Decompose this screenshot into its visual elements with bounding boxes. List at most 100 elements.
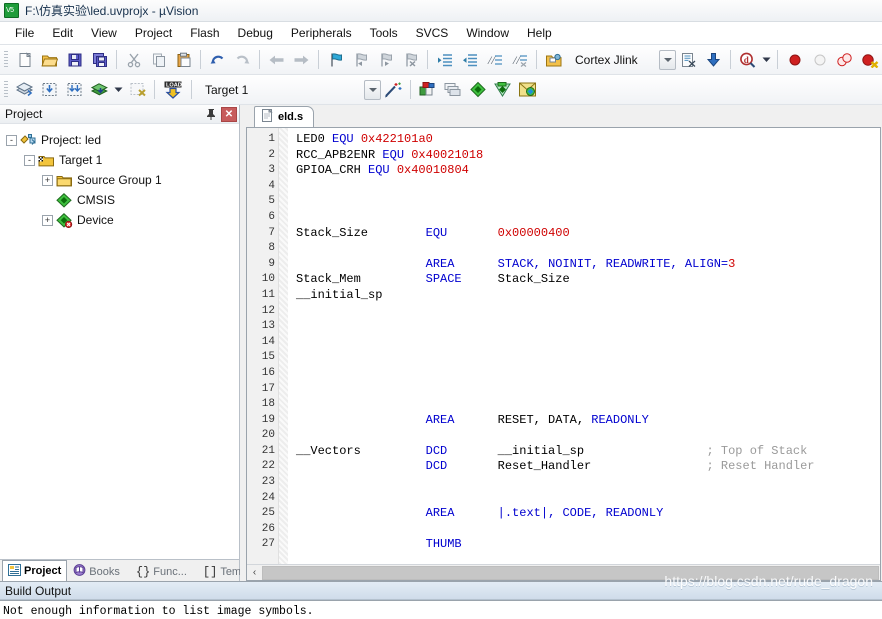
tree-node-device[interactable]: + Device [6, 210, 239, 230]
insert-breakpoint-icon[interactable] [783, 48, 806, 71]
code-line[interactable]: __Vectors DCD __initial_sp ; Top of Stac… [296, 444, 880, 460]
code-line[interactable]: DCD Reset_Handler ; Reset Handler [296, 459, 880, 475]
code-line[interactable] [296, 194, 880, 210]
undo-icon[interactable] [206, 48, 229, 71]
rebuild-icon[interactable] [63, 78, 86, 101]
editor-horizontal-scrollbar[interactable]: ‹ [247, 564, 880, 580]
configure-flash-tools-icon[interactable] [677, 48, 700, 71]
tree-node-project[interactable]: - Project: led [6, 130, 239, 150]
tree-expander[interactable]: + [42, 214, 53, 226]
bookmark-next-icon[interactable] [374, 48, 397, 71]
code-line[interactable] [296, 522, 880, 538]
build-icon[interactable] [38, 78, 61, 101]
menu-view[interactable]: View [82, 23, 126, 43]
code-line[interactable] [296, 475, 880, 491]
code-line[interactable]: Stack_Size EQU 0x00000400 [296, 226, 880, 242]
menu-window[interactable]: Window [457, 23, 518, 43]
code-line[interactable] [296, 382, 880, 398]
code-editor[interactable]: 1 2 3 4 5 6 7 8 9 10 11 12 13 14 15 16 17 18 19 20 21 22 23 24 2… [246, 127, 881, 581]
tree-node-source-group[interactable]: + Source Group 1 [6, 170, 239, 190]
tree-node-target[interactable]: - Target 1 [6, 150, 239, 170]
code-line[interactable]: __initial_sp [296, 288, 880, 304]
debug-dropdown-arrow[interactable] [761, 48, 772, 71]
start-debug-session-icon[interactable]: d [736, 48, 759, 71]
multi-project-icon[interactable] [441, 78, 464, 101]
code-text[interactable]: LED0 EQU 0x422101a0 RCC_APB2ENR EQU 0x400… [288, 128, 880, 564]
target-options-icon[interactable] [542, 48, 565, 71]
code-line[interactable] [296, 210, 880, 226]
code-line[interactable] [296, 350, 880, 366]
debugger-select[interactable]: Cortex Jlink [569, 49, 644, 70]
code-line[interactable] [296, 319, 880, 335]
menu-edit[interactable]: Edit [43, 23, 82, 43]
bookmark-prev-icon[interactable] [349, 48, 372, 71]
tree-expander[interactable]: - [24, 154, 35, 166]
tree-expander[interactable]: - [6, 134, 17, 146]
navigate-back-icon[interactable] [265, 48, 288, 71]
disable-breakpoint-icon[interactable] [808, 48, 831, 71]
tab-functions[interactable]: {} Func... [130, 561, 193, 581]
gutter-margin-strip[interactable] [279, 128, 288, 564]
code-line[interactable] [296, 491, 880, 507]
new-file-icon[interactable] [13, 48, 36, 71]
menu-help[interactable]: Help [518, 23, 561, 43]
save-all-icon[interactable] [88, 48, 111, 71]
code-line[interactable]: GPIOA_CRH EQU 0x40010804 [296, 163, 880, 179]
toolbar-grip[interactable] [4, 50, 8, 69]
menu-project[interactable]: Project [126, 23, 181, 43]
code-line[interactable] [296, 428, 880, 444]
scroll-thumb[interactable] [262, 565, 879, 580]
scroll-left-arrow[interactable]: ‹ [247, 565, 262, 580]
code-line[interactable]: AREA |.text|, CODE, READONLY [296, 506, 880, 522]
toolbar-grip[interactable] [4, 80, 8, 99]
code-line[interactable]: AREA STACK, NOINIT, READWRITE, ALIGN=3 [296, 257, 880, 273]
batch-build-dropdown-arrow[interactable] [113, 78, 124, 101]
load-icon[interactable]: LOAD [160, 78, 186, 101]
menu-peripherals[interactable]: Peripherals [282, 23, 361, 43]
uncomment-icon[interactable]: // [508, 48, 531, 71]
target-options-wand-icon[interactable] [382, 78, 405, 101]
tree-expander[interactable]: + [42, 174, 53, 186]
manage-run-time-env-icon[interactable] [491, 78, 514, 101]
code-line[interactable] [296, 304, 880, 320]
redo-icon[interactable] [231, 48, 254, 71]
code-line[interactable]: Stack_Mem SPACE Stack_Size [296, 272, 880, 288]
bookmark-clear-icon[interactable] [399, 48, 422, 71]
code-line[interactable] [296, 397, 880, 413]
target-select[interactable]: Target 1 [199, 79, 254, 100]
bookmark-toggle-icon[interactable] [324, 48, 347, 71]
debugger-select-arrow[interactable] [659, 49, 676, 70]
code-line[interactable] [296, 241, 880, 257]
code-line[interactable] [296, 335, 880, 351]
code-line[interactable] [296, 179, 880, 195]
menu-svcs[interactable]: SVCS [407, 23, 458, 43]
code-line[interactable]: RCC_APB2ENR EQU 0x40021018 [296, 148, 880, 164]
close-icon[interactable]: ✕ [221, 106, 237, 122]
code-line[interactable]: LED0 EQU 0x422101a0 [296, 132, 880, 148]
select-software-packs-icon[interactable] [516, 78, 539, 101]
stop-build-icon[interactable] [126, 78, 149, 101]
batch-build-icon[interactable] [88, 78, 111, 101]
paste-icon[interactable] [172, 48, 195, 71]
disable-all-breakpoints-icon[interactable] [833, 48, 856, 71]
kill-all-breakpoints-icon[interactable] [858, 48, 881, 71]
tab-project[interactable]: Project [2, 560, 68, 581]
menu-tools[interactable]: Tools [361, 23, 407, 43]
save-icon[interactable] [63, 48, 86, 71]
menu-debug[interactable]: Debug [229, 23, 282, 43]
open-file-icon[interactable] [38, 48, 61, 71]
pin-icon[interactable] [203, 106, 219, 122]
code-line[interactable]: THUMB [296, 537, 880, 553]
copy-icon[interactable] [147, 48, 170, 71]
comment-icon[interactable]: // [483, 48, 506, 71]
menu-flash[interactable]: Flash [181, 23, 228, 43]
translate-icon[interactable] [13, 78, 36, 101]
indent-increase-icon[interactable] [433, 48, 456, 71]
manage-project-items-icon[interactable] [416, 78, 439, 101]
code-line[interactable]: AREA RESET, DATA, READONLY [296, 413, 880, 429]
tree-node-cmsis[interactable]: CMSIS [6, 190, 239, 210]
indent-decrease-icon[interactable] [458, 48, 481, 71]
tab-books[interactable]: Books [67, 561, 126, 581]
pack-installer-icon[interactable] [466, 78, 489, 101]
navigate-forward-icon[interactable] [290, 48, 313, 71]
